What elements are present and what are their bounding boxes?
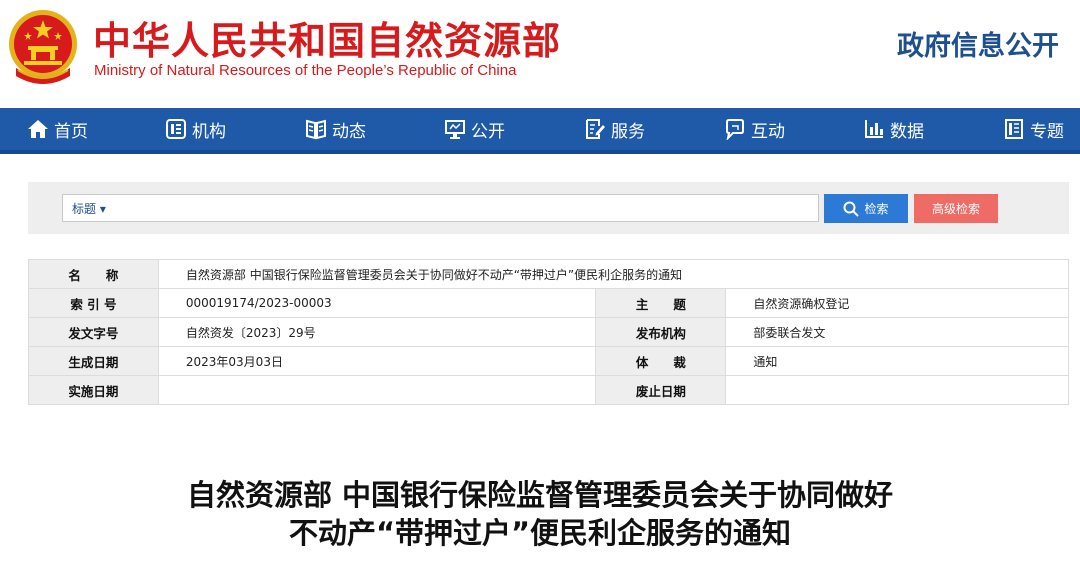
nav-item-data[interactable]: 数据 bbox=[863, 108, 924, 150]
issuer-label: 发布机构 bbox=[595, 317, 727, 347]
org-icon bbox=[166, 119, 186, 139]
genre-label: 体 裁 bbox=[595, 346, 727, 376]
search-icon bbox=[843, 201, 860, 217]
site-title-chinese[interactable]: 中华人民共和国自然资源部 bbox=[93, 10, 561, 65]
search-type-dropdown[interactable]: 标题 ▾ bbox=[72, 200, 106, 217]
index-value: 000019174/2023-00003 bbox=[157, 288, 597, 318]
document-info-table: 名 称 自然资源部 中国银行保险监督管理委员会关于协同做好不动产“带押过户”便民… bbox=[28, 259, 1070, 405]
nav-label: 数据 bbox=[890, 121, 924, 142]
search-button[interactable]: 检索 bbox=[824, 194, 908, 223]
nav-item-organization[interactable]: 机构 bbox=[165, 108, 226, 150]
nav-label: 动态 bbox=[332, 121, 366, 142]
search-input[interactable] bbox=[133, 197, 813, 219]
docno-value: 自然资发〔2023〕29号 bbox=[157, 317, 597, 347]
article-title-line-2: 不动产“带押过户”便民利企服务的通知 bbox=[288, 516, 792, 550]
nav-item-home[interactable]: 首页 bbox=[27, 108, 88, 150]
genre-value: 通知 bbox=[725, 346, 1069, 376]
nav-item-topics[interactable]: 专题 bbox=[1003, 108, 1064, 150]
main-nav: 首页 机构 动态 公开 服务 互动 数据 专题 bbox=[0, 108, 1080, 154]
advanced-search-button[interactable]: 高级检索 bbox=[914, 194, 998, 223]
effective-date-label: 实施日期 bbox=[28, 375, 159, 405]
table-row: 名 称 自然资源部 中国银行保险监督管理委员会关于协同做好不动产“带押过户”便民… bbox=[28, 259, 1070, 289]
nav-item-interaction[interactable]: 互动 bbox=[724, 108, 785, 150]
name-label: 名 称 bbox=[28, 259, 159, 289]
created-date-value: 2023年03月03日 bbox=[157, 346, 597, 376]
subject-label: 主 题 bbox=[595, 288, 727, 318]
expiry-date-label: 废止日期 bbox=[595, 375, 727, 405]
search-panel: 标题 ▾ 检索 高级检索 bbox=[28, 182, 1069, 234]
site-header: 中华人民共和国自然资源部 Ministry of Natural Resourc… bbox=[0, 0, 1080, 108]
table-row: 发文字号 自然资发〔2023〕29号 发布机构 部委联合发文 bbox=[28, 317, 1069, 347]
table-row: 索 引 号 000019174/2023-00003 主 题 自然资源确权登记 bbox=[28, 288, 1069, 318]
bar-chart-icon bbox=[865, 120, 883, 138]
index-label: 索 引 号 bbox=[28, 288, 159, 318]
document-edit-icon bbox=[586, 119, 605, 139]
search-box: 标题 ▾ bbox=[62, 194, 819, 222]
effective-date-value bbox=[157, 375, 597, 405]
site-title-english[interactable]: Ministry of Natural Resources of the Peo… bbox=[94, 62, 516, 79]
article-title-line-1: 自然资源部 中国银行保险监督管理委员会关于协同做好 bbox=[186, 478, 894, 512]
notebook-icon bbox=[1005, 119, 1023, 139]
chat-icon bbox=[726, 119, 744, 140]
table-row: 实施日期 废止日期 bbox=[28, 375, 1069, 405]
gov-info-disclosure-title[interactable]: 政府信息公开 bbox=[897, 24, 1059, 63]
nav-label: 公开 bbox=[471, 121, 505, 142]
nav-item-disclosure[interactable]: 公开 bbox=[444, 108, 505, 150]
table-row: 生成日期 2023年03月03日 体 裁 通知 bbox=[28, 346, 1069, 376]
nav-label: 专题 bbox=[1030, 121, 1064, 142]
nav-item-service[interactable]: 服务 bbox=[584, 108, 645, 150]
nav-label: 首页 bbox=[54, 121, 88, 142]
nav-label: 互动 bbox=[751, 121, 785, 142]
article-title: 自然资源部 中国银行保险监督管理委员会关于协同做好 不动产“带押过户”便民利企服… bbox=[0, 476, 1080, 552]
expiry-date-value bbox=[725, 375, 1069, 405]
nav-label: 机构 bbox=[192, 121, 226, 142]
monitor-icon bbox=[445, 120, 465, 139]
name-value: 自然资源部 中国银行保险监督管理委员会关于协同做好不动产“带押过户”便民利企服务… bbox=[157, 259, 1070, 289]
docno-label: 发文字号 bbox=[28, 317, 159, 347]
national-emblem-icon[interactable] bbox=[6, 6, 80, 90]
subject-value: 自然资源确权登记 bbox=[725, 288, 1069, 318]
created-date-label: 生成日期 bbox=[28, 346, 159, 376]
home-icon bbox=[28, 120, 48, 138]
nav-label: 服务 bbox=[611, 121, 645, 142]
book-icon bbox=[306, 119, 326, 140]
search-button-label: 检索 bbox=[864, 202, 889, 216]
issuer-value: 部委联合发文 bbox=[725, 317, 1069, 347]
nav-item-news[interactable]: 动态 bbox=[305, 108, 366, 150]
